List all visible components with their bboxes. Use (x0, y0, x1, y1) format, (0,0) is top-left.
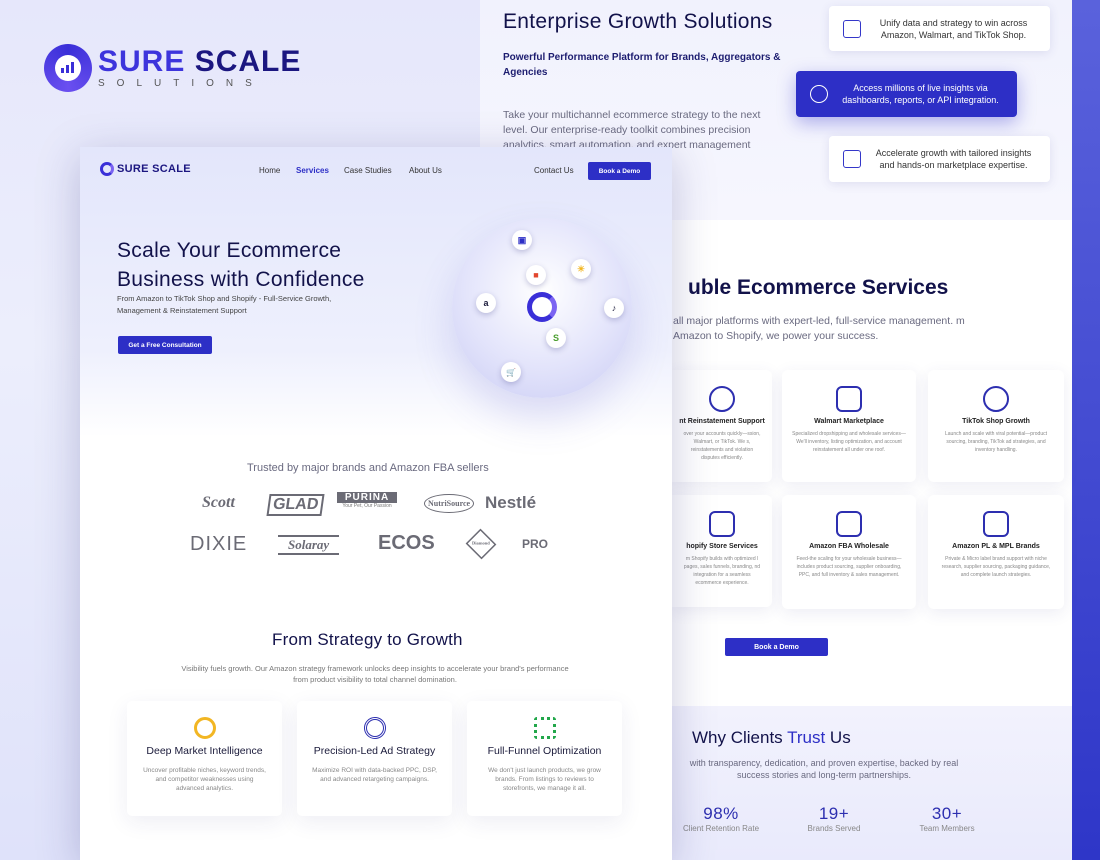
brand-logo-purina: PURINA Your Pet, Our Passion (337, 492, 397, 509)
sure-scale-logo: SURE SCALE SOLUTIONS (44, 44, 301, 92)
feature-card-ad-strategy[interactable]: Precision-Led Ad Strategy Maximize ROI w… (297, 701, 452, 816)
service-desc: Feed-the scaling for your wholesale busi… (796, 556, 902, 578)
shopify-bag-icon (709, 511, 735, 537)
brand-mark-icon (44, 44, 92, 92)
free-consultation-button[interactable]: Get a Free Consultation (118, 336, 212, 354)
right-gradient-strip (1072, 0, 1100, 860)
service-title: Amazon PL & MPL Brands (952, 543, 1040, 550)
cube-icon (843, 19, 861, 38)
cart-icon: 🛒 (501, 362, 521, 382)
marketplace-icon: ▣ (512, 230, 532, 250)
card-desc: Maximize ROI with data-backed PPC, DSP, … (312, 767, 437, 783)
service-card[interactable]: nt Reinstatement Support over your accou… (672, 370, 772, 482)
book-demo-button[interactable]: Book a Demo (588, 162, 651, 180)
lock-laptop-icon (983, 511, 1009, 537)
services-subtitle: all major platforms with expert-led, ful… (673, 315, 965, 342)
card-title: Full-Funnel Optimization (487, 745, 602, 757)
strategy-subtitle: Visibility fuels growth. Our Amazon stra… (181, 664, 569, 684)
brand-logo-nutrisource: NutriSource (424, 494, 475, 513)
brand-logo-scott: Scott (202, 494, 235, 511)
trust-subtitle: with transparency, dedication, and prove… (689, 758, 959, 780)
service-title: nt Reinstatement Support (679, 418, 765, 425)
service-card[interactable]: Amazon FBA Wholesale Feed-the scaling fo… (782, 495, 916, 609)
network-icon (533, 717, 556, 739)
globe-center-logo-icon (527, 292, 557, 322)
brand-logo-ecos: ECOS (378, 532, 435, 554)
crosshair-icon (363, 717, 386, 739)
feature-card[interactable]: Accelerate growth with tailored insights… (829, 136, 1050, 182)
growth-chart-icon (843, 150, 861, 168)
nav-about-us[interactable]: About Us (409, 166, 442, 175)
services-book-demo-button[interactable]: Book a Demo (725, 638, 828, 656)
tiktok-icon (983, 386, 1009, 412)
feature-text: Accelerate growth with tailored insights… (875, 148, 1032, 170)
card-desc: Uncover profitable niches, keyword trend… (143, 767, 266, 792)
strategy-title: From Strategy to Growth (272, 630, 463, 649)
service-desc: m Shopify builds with optimized l pages,… (683, 556, 761, 586)
hero-subtitle: From Amazon to TikTok Shop and Shopify -… (117, 294, 332, 315)
brand-logo-dixie: DIXIE (190, 533, 248, 555)
user-support-icon (709, 386, 735, 412)
stat-brands: 19+ Brands Served (807, 804, 861, 833)
enterprise-title: Enterprise Growth Solutions (503, 10, 773, 33)
tiktok-icon: ♪ (604, 298, 624, 318)
stat-team: 30+ Team Members (919, 804, 975, 833)
brand-logo-glad: GLAD (266, 494, 325, 516)
stat-retention: 98% Client Retention Rate (682, 804, 760, 833)
card-desc: We don't just launch products, we grow b… (488, 767, 601, 792)
service-card[interactable]: hopify Store Services m Shopify builds w… (672, 495, 772, 607)
price-tag-icon (836, 511, 862, 537)
nav-logo[interactable]: SURE SCALE (100, 162, 191, 176)
touch-icon (810, 85, 828, 103)
service-desc: Specialized dropshipping and wholesale s… (792, 431, 906, 453)
service-card[interactable]: TikTok Shop Growth Launch and scale with… (928, 370, 1064, 482)
magnifier-icon (193, 717, 216, 739)
service-title: hopify Store Services (686, 543, 758, 550)
amazon-icon: a (476, 293, 496, 313)
service-title: TikTok Shop Growth (962, 418, 1030, 425)
logo-mark-icon (100, 162, 114, 176)
shopify-icon: S (546, 328, 566, 348)
card-title: Precision-Led Ad Strategy (313, 745, 436, 757)
service-title: Amazon FBA Wholesale (809, 543, 889, 550)
service-title: Walmart Marketplace (814, 418, 884, 425)
nav-case-studies[interactable]: Case Studies (344, 166, 392, 175)
service-desc: over your accounts quickly—ssion, Walmar… (683, 431, 761, 461)
feature-card[interactable]: Unify data and strategy to win across Am… (829, 6, 1050, 51)
service-desc: Private & Micro label brand support with… (941, 556, 1051, 578)
feature-card-active[interactable]: Access millions of live insights via das… (796, 71, 1017, 117)
feature-text: Unify data and strategy to win across Am… (879, 17, 1028, 40)
nav-home[interactable]: Home (259, 166, 280, 175)
trust-title: Why Clients Trust Us (692, 728, 851, 747)
brand-logo-solaray: Solaray (278, 535, 340, 555)
feature-text: Access millions of live insights via das… (842, 83, 999, 105)
trusted-by-label: Trusted by major brands and Amazon FBA s… (247, 462, 489, 474)
service-desc: Launch and scale with viral potential—pr… (944, 431, 1047, 453)
brand-logo-pro: PRO (522, 537, 549, 551)
office-icon: ■ (526, 265, 546, 285)
enterprise-subtitle: Powerful Performance Platform for Brands… (503, 52, 781, 78)
feature-card-market-intelligence[interactable]: Deep Market Intelligence Uncover profita… (127, 701, 282, 816)
feature-card-funnel-optimization[interactable]: Full-Funnel Optimization We don't just l… (467, 701, 622, 816)
nav-services[interactable]: Services (296, 166, 329, 175)
card-title: Deep Market Intelligence (146, 745, 263, 757)
nav-contact-us[interactable]: Contact Us (534, 166, 574, 175)
services-title: uble Ecommerce Services (688, 276, 949, 299)
service-card[interactable]: Walmart Marketplace Specialized dropship… (782, 370, 916, 482)
brand-tagline: SOLUTIONS (98, 78, 264, 89)
store-icon (836, 386, 862, 412)
hero-title: Scale Your Ecommerce Business with Confi… (117, 239, 365, 291)
brand-logo-nestle: Nestlé (485, 493, 537, 512)
service-card[interactable]: Amazon PL & MPL Brands Private & Micro l… (928, 495, 1064, 609)
walmart-icon: ☀ (571, 259, 591, 279)
